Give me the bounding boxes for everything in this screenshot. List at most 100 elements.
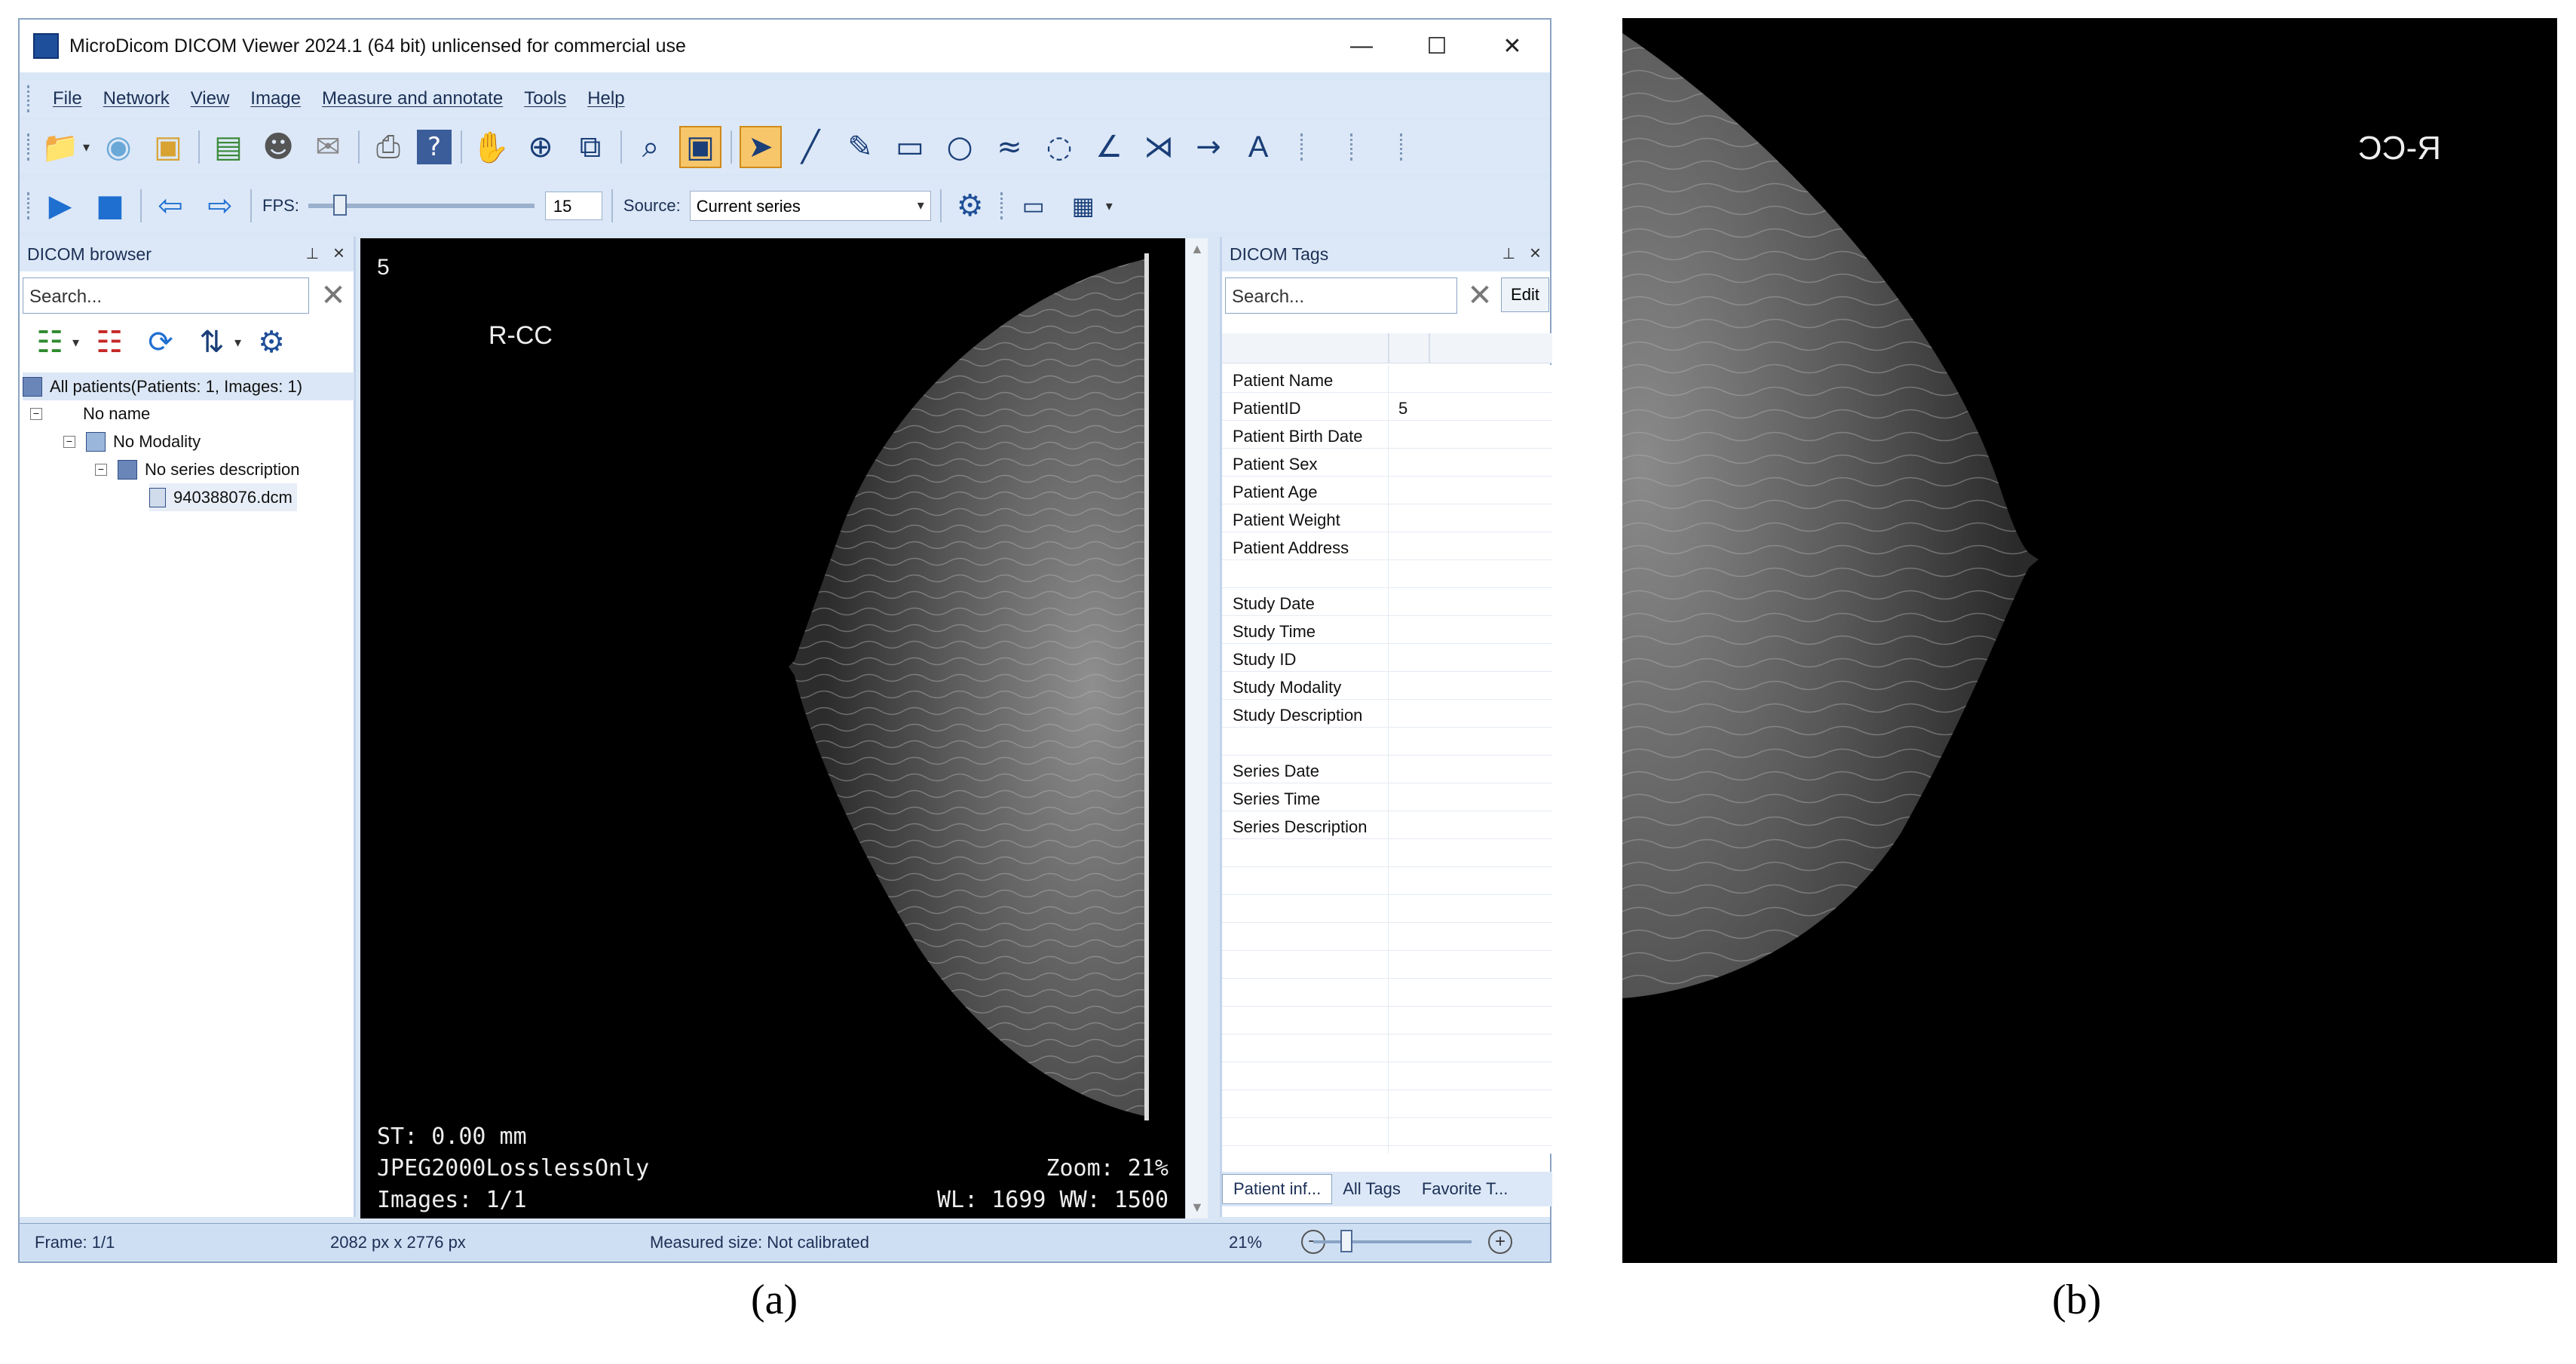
play-icon[interactable]: ▶ <box>39 185 81 227</box>
tree-item-modality[interactable]: − No Modality <box>63 428 201 455</box>
zoom-in-icon[interactable]: + <box>1488 1230 1512 1254</box>
menu-network[interactable]: Network <box>103 88 170 109</box>
close-icon[interactable]: × <box>1530 241 1541 265</box>
fps-slider-thumb[interactable] <box>332 195 347 216</box>
pin-icon[interactable]: ⊥ <box>306 244 319 263</box>
fit-window-icon[interactable]: ▣ <box>679 126 722 168</box>
tree-item-all-patients[interactable]: All patients(Patients: 1, Images: 1) <box>23 372 354 400</box>
chevron-down-icon[interactable]: ▾ <box>83 139 90 155</box>
layout-grid-icon[interactable]: ▦ <box>1062 185 1104 227</box>
cd-icon[interactable]: ◉ <box>97 126 139 168</box>
clear-search-icon[interactable]: ✕ <box>315 277 351 314</box>
pencil-icon[interactable]: ✎ <box>839 126 881 168</box>
fps-slider[interactable] <box>308 195 534 216</box>
pan-hand-icon[interactable]: ✋ <box>470 126 512 168</box>
tree-item-patient[interactable]: − No name <box>30 400 150 428</box>
menu-file[interactable]: File <box>53 88 82 109</box>
tab-patient-info[interactable]: Patient inf... <box>1222 1174 1333 1204</box>
tag-name[interactable]: Series Description <box>1233 817 1368 837</box>
print-icon[interactable]: ⎙ <box>367 126 409 168</box>
close-button[interactable]: ✕ <box>1475 20 1550 72</box>
tag-name[interactable]: Patient Address <box>1233 538 1349 558</box>
add-series-icon[interactable]: ☷ <box>29 321 71 363</box>
chevron-down-icon[interactable]: ▾ <box>72 335 79 351</box>
copy-window-icon[interactable]: ⧉ <box>569 126 611 168</box>
collapse-icon[interactable]: − <box>30 407 42 420</box>
tag-name[interactable]: Series Date <box>1233 762 1319 781</box>
tab-all-tags[interactable]: All Tags <box>1332 1179 1411 1199</box>
text-icon[interactable]: A <box>1237 126 1279 168</box>
refresh-icon[interactable]: ⟳ <box>139 321 182 363</box>
menu-measure-annotate[interactable]: Measure and annotate <box>322 88 503 109</box>
open-dicomdir-icon[interactable]: ▣ <box>147 126 189 168</box>
chevron-down-icon[interactable]: ▾ <box>234 335 241 351</box>
menu-image[interactable]: Image <box>250 88 301 109</box>
browser-settings-icon[interactable]: ⚙ <box>250 321 293 363</box>
send-email-icon[interactable]: ✉ <box>307 126 349 168</box>
tag-name[interactable]: Series Time <box>1233 789 1320 809</box>
browser-search-input[interactable]: Search... <box>23 277 309 314</box>
screen-icon[interactable]: ▭ <box>1012 185 1055 227</box>
viewer-scrollbar[interactable]: ▲ ▼ <box>1185 238 1208 1218</box>
tag-name[interactable]: Patient Birth Date <box>1233 427 1362 446</box>
arrow-icon[interactable]: → <box>1187 126 1230 168</box>
ellipse-icon[interactable]: ○ <box>939 126 981 168</box>
tag-name[interactable]: Study ID <box>1233 650 1296 670</box>
tag-name[interactable]: Study Time <box>1233 622 1316 642</box>
sort-icon[interactable]: ⇅ <box>191 321 233 363</box>
image-viewport[interactable]: 5 R-CC ST: 0.00 mm JPEG2000LosslessOnly … <box>360 238 1185 1218</box>
collapse-icon[interactable]: − <box>63 435 75 448</box>
tag-name[interactable]: Patient Sex <box>1233 455 1318 474</box>
zoom-slider-thumb[interactable] <box>1340 1230 1352 1252</box>
tag-value[interactable]: 5 <box>1398 399 1407 418</box>
tag-name[interactable]: Patient Weight <box>1233 510 1340 530</box>
cobb-angle-icon[interactable]: ⋊ <box>1138 126 1180 168</box>
help-icon[interactable]: ? <box>417 130 452 164</box>
scroll-down-icon[interactable]: ▼ <box>1190 1200 1204 1215</box>
closed-curve-icon[interactable]: ◌ <box>1038 126 1080 168</box>
magnifier-icon[interactable]: ⌕ <box>629 126 672 168</box>
pin-icon[interactable]: ⊥ <box>1502 244 1515 263</box>
tag-name[interactable]: PatientID <box>1233 399 1301 418</box>
fps-value[interactable]: 15 <box>544 192 602 220</box>
export-image-icon[interactable]: ▤ <box>207 126 250 168</box>
source-value: Current series <box>696 197 801 216</box>
stop-icon[interactable]: ■ <box>89 185 131 227</box>
edit-button[interactable]: Edit <box>1501 277 1549 312</box>
next-icon[interactable]: ⇨ <box>199 185 241 227</box>
tag-name[interactable]: Patient Age <box>1233 483 1318 502</box>
settings-gear-icon[interactable]: ⚙ <box>949 185 991 227</box>
clear-search-icon[interactable]: ✕ <box>1462 277 1498 314</box>
anonymize-icon[interactable]: ☻ <box>257 126 299 168</box>
tab-favorite-tags[interactable]: Favorite T... <box>1411 1179 1519 1199</box>
scroll-up-icon[interactable]: ▲ <box>1190 241 1204 257</box>
tag-name[interactable]: Study Description <box>1233 706 1362 725</box>
menu-help[interactable]: Help <box>587 88 624 109</box>
angle-icon[interactable]: ∠ <box>1088 126 1130 168</box>
open-folder-icon[interactable]: 📁 <box>39 126 81 168</box>
toolbar-separator <box>611 189 613 222</box>
maximize-button[interactable]: ☐ <box>1399 20 1475 72</box>
tags-search-input[interactable]: Search... <box>1225 277 1457 314</box>
remove-series-icon[interactable]: ☷ <box>88 321 130 363</box>
collapse-icon[interactable]: − <box>95 463 107 476</box>
tag-name[interactable]: Study Date <box>1233 594 1315 614</box>
line-icon[interactable]: ╱ <box>789 126 832 168</box>
toolbar-grip <box>1350 133 1355 161</box>
tree-item-series[interactable]: − No series description <box>95 455 299 483</box>
polyline-icon[interactable]: ≈ <box>988 126 1031 168</box>
close-icon[interactable]: × <box>333 241 345 265</box>
tag-name[interactable]: Study Modality <box>1233 678 1341 697</box>
tag-name[interactable]: Patient Name <box>1233 371 1333 391</box>
zoom-slider[interactable] <box>1313 1240 1472 1243</box>
menu-view[interactable]: View <box>191 88 230 109</box>
tree-item-file[interactable]: 940388076.dcm <box>149 483 297 511</box>
select-arrow-icon[interactable]: ➤ <box>740 126 783 168</box>
source-select[interactable]: Current series ▾ <box>689 191 931 221</box>
previous-icon[interactable]: ⇦ <box>149 185 191 227</box>
minimize-button[interactable]: — <box>1324 20 1399 72</box>
zoom-icon[interactable]: ⊕ <box>519 126 562 168</box>
rectangle-icon[interactable]: ▭ <box>889 126 931 168</box>
chevron-down-icon[interactable]: ▾ <box>1106 198 1113 214</box>
menu-tools[interactable]: Tools <box>524 88 566 109</box>
